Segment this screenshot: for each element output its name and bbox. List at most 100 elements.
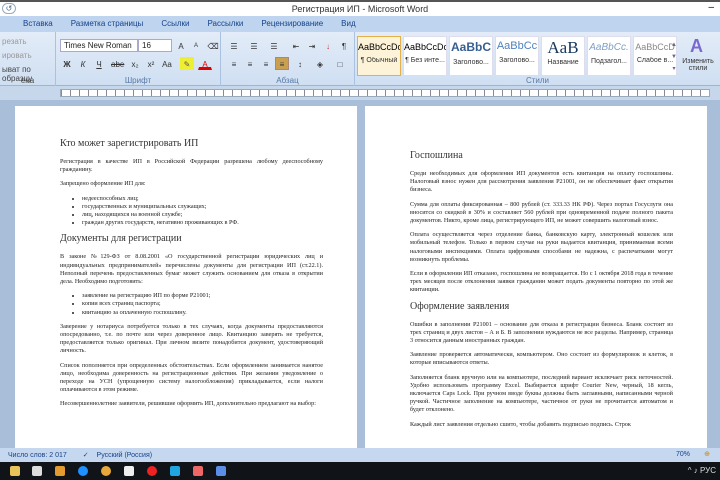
paragraph: Ошибки в заполнении Р21001 – основание д… — [410, 320, 673, 345]
list: заявление на регистрацию ИП по форме Р21… — [82, 292, 323, 317]
clear-format-icon[interactable]: ⌫ — [206, 39, 220, 52]
paragraph: Заполняется бланк вручную или на компьют… — [410, 373, 673, 414]
taskbar: ^ ♪ РУС — [0, 462, 720, 480]
list-item: недееспособных лиц; — [82, 195, 323, 203]
increase-indent-icon[interactable]: ⇥ — [305, 39, 319, 52]
grow-font-button[interactable]: A — [174, 39, 188, 52]
paragraph: Список пополняется при определенных обст… — [60, 361, 323, 394]
status-bar: Число слов: 2 017 ✓ Русский (Россия) 70%… — [0, 448, 720, 462]
bold-button[interactable]: Ж — [60, 57, 74, 70]
font-group: Times New Roman 16 A A ⌫ Ж К Ч abe x₂ x²… — [56, 32, 221, 86]
paragraph: Заверение у нотариуса потребуется только… — [60, 322, 323, 355]
heading-documents: Документы для регистрации — [60, 233, 182, 245]
list-item: копии всех страниц паспорта; — [82, 300, 323, 308]
copy-button[interactable]: ировать — [2, 51, 53, 60]
shading-icon[interactable]: ◈ — [313, 57, 327, 70]
page-1: Кто может зарегистрировать ИП Регистраци… — [15, 106, 357, 448]
font-color-icon[interactable]: A — [198, 57, 212, 70]
style-normal[interactable]: AaBbCcDc ¶ Обычный — [357, 36, 401, 76]
horizontal-ruler[interactable] — [0, 87, 720, 99]
clipboard-app-icon[interactable] — [32, 466, 42, 476]
align-right-icon[interactable]: ≡ — [259, 57, 273, 70]
highlight-icon[interactable]: ✎ — [180, 57, 194, 70]
list: недееспособных лиц; государственных и му… — [82, 195, 323, 228]
line-spacing-icon[interactable]: ↕ — [293, 57, 307, 70]
styles-group-label: Стили — [525, 76, 550, 85]
change-styles-icon[interactable]: A — [690, 36, 703, 57]
heading-application: Оформление заявления — [410, 300, 510, 312]
title-bar: ↺ Регистрация ИП - Microsoft Word – — [0, 0, 720, 16]
decrease-indent-icon[interactable]: ⇤ — [289, 39, 303, 52]
paragraph-group: ☰ ☰ ☰ ⇤ ⇥ ↓ ¶ ≡ ≡ ≡ ≡ ↕ ◈ □ Абзац — [221, 32, 355, 86]
list-item: лиц, находящихся на военной службе; — [82, 211, 323, 219]
paragraph: В законе №129-ФЗ от 8.08.2001 «О государ… — [60, 253, 323, 286]
tab-references[interactable]: Ссылки — [152, 16, 198, 32]
shrink-font-button[interactable]: A — [189, 39, 203, 52]
paragraph: Оплата осуществляется через отделение ба… — [410, 231, 673, 263]
file-explorer-icon[interactable] — [10, 466, 20, 476]
edge-icon[interactable] — [78, 466, 88, 476]
multilevel-icon[interactable]: ☰ — [267, 39, 281, 52]
change-styles-button[interactable]: Изменить стили — [677, 58, 719, 72]
justify-icon[interactable]: ≡ — [275, 57, 289, 70]
clipboard-group: резать ировать ыват по образцу ена — [0, 32, 56, 86]
heading-state-fee: Госпошлина — [410, 150, 463, 161]
opera-icon[interactable] — [147, 466, 157, 476]
tab-review[interactable]: Рецензирование — [252, 16, 332, 32]
document-area: Кто может зарегистрировать ИП Регистраци… — [0, 100, 720, 448]
style-heading-2[interactable]: AaBbCc Заголово... — [495, 36, 539, 76]
superscript-button[interactable]: x² — [144, 57, 158, 70]
word-count[interactable]: Число слов: 2 017 — [8, 452, 67, 459]
paragraph: Каждый лист заявления отдельно сшито, чт… — [410, 420, 631, 428]
paragraph: Если в оформлении ИП отказано, госпошлин… — [410, 270, 673, 294]
paragraph: Сумма для оплаты фиксированная – 800 руб… — [410, 200, 673, 225]
strikethrough-button[interactable]: abe — [110, 57, 124, 70]
styles-group: AaBbCcDc ¶ Обычный AaBbCcDc ¶ Без инте... … — [355, 32, 720, 86]
sort-icon[interactable]: ↓ — [321, 39, 335, 52]
italic-button[interactable]: К — [76, 57, 90, 70]
numbering-icon[interactable]: ☰ — [247, 39, 261, 52]
ribbon-tabs: Вставка Разметка страницы Ссылки Рассылк… — [0, 16, 720, 32]
minimize-button[interactable]: – — [708, 2, 714, 13]
chrome-icon[interactable] — [101, 466, 111, 476]
mail-icon[interactable] — [124, 466, 134, 476]
pilcrow-icon[interactable]: ¶ — [337, 39, 351, 52]
language[interactable]: Русский (Россия) — [97, 452, 153, 459]
media-icon[interactable] — [55, 466, 65, 476]
skype-icon[interactable] — [170, 466, 180, 476]
font-name-select[interactable]: Times New Roman — [60, 39, 138, 52]
cut-button[interactable]: резать — [2, 37, 53, 46]
paragraph: Регистрация в качестве ИП в Российской Ф… — [60, 158, 323, 174]
style-heading-1[interactable]: AaBbC Заголово... — [449, 36, 493, 76]
borders-icon[interactable]: □ — [333, 57, 347, 70]
change-case-button[interactable]: Aa — [160, 57, 174, 70]
clipboard-label: ена — [20, 76, 35, 85]
align-left-icon[interactable]: ≡ — [227, 57, 241, 70]
paragraph: Запрещено оформление ИП для: — [60, 180, 146, 188]
ribbon: резать ировать ыват по образцу ена Times… — [0, 32, 720, 86]
system-tray[interactable]: ^ ♪ РУС — [688, 466, 716, 475]
tab-page-layout[interactable]: Разметка страницы — [62, 16, 153, 32]
window-title: Регистрация ИП - Microsoft Word — [291, 4, 429, 14]
heading-who-can-register: Кто может зарегистрировать ИП — [60, 138, 199, 149]
subscript-button[interactable]: x₂ — [128, 57, 142, 70]
style-subtitle[interactable]: AaBbCc. Подзагол... — [587, 36, 631, 76]
word-icon[interactable] — [216, 466, 226, 476]
style-no-spacing[interactable]: AaBbCcDc ¶ Без инте... — [403, 36, 447, 76]
list-item: квитанцию за оплаченную госпошлину. — [82, 309, 323, 317]
style-title[interactable]: AaB Название — [541, 36, 585, 76]
paragraph: Среди необходимых для оформления ИП доку… — [410, 170, 673, 194]
zoom-level[interactable]: 70% — [676, 451, 690, 458]
pdf-icon[interactable] — [193, 466, 203, 476]
font-size-select[interactable]: 16 — [138, 39, 172, 52]
align-center-icon[interactable]: ≡ — [243, 57, 257, 70]
list-item: граждан других государств, негативно про… — [82, 219, 323, 227]
tab-insert[interactable]: Вставка — [14, 16, 62, 32]
tab-view[interactable]: Вид — [332, 16, 364, 32]
spellcheck-icon[interactable]: ✓ — [83, 452, 89, 459]
tab-mailings[interactable]: Рассылки — [198, 16, 252, 32]
underline-button[interactable]: Ч — [92, 57, 106, 70]
zoom-in-icon[interactable]: ⊕ — [704, 450, 710, 458]
bullets-icon[interactable]: ☰ — [227, 39, 241, 52]
paragraph-group-label: Абзац — [276, 76, 299, 85]
